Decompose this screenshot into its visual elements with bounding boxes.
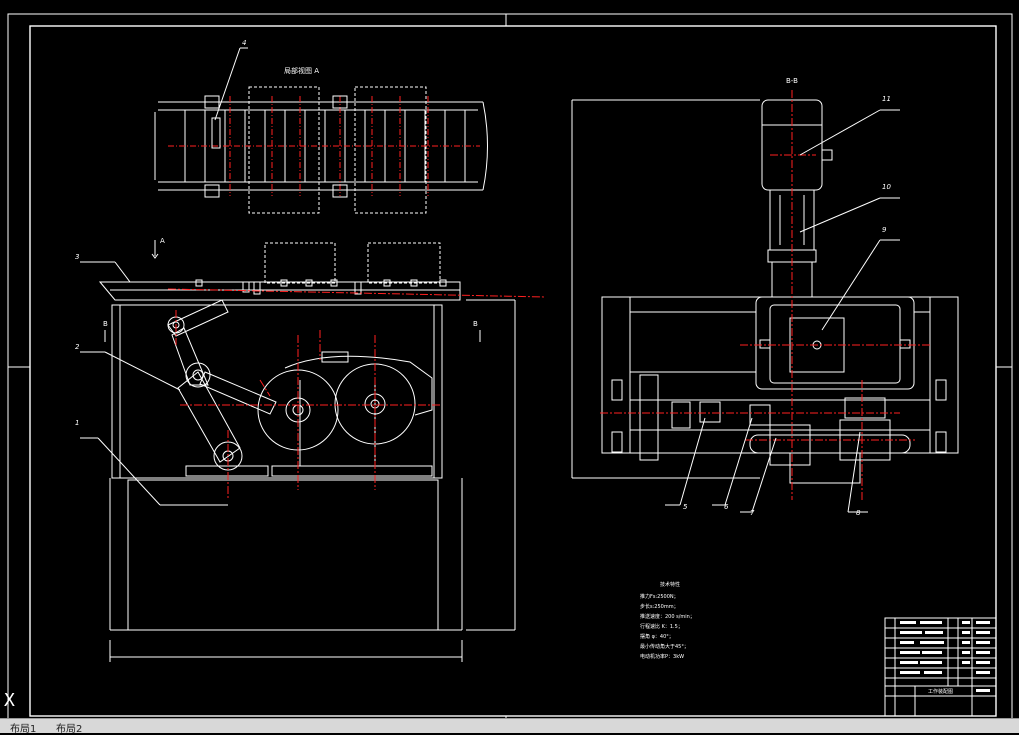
section-bb-view xyxy=(571,90,959,513)
tab-layout1[interactable]: 布局1 xyxy=(10,720,36,735)
section-label: B-B xyxy=(786,77,798,85)
title-block xyxy=(884,617,997,717)
callout-1: 1 xyxy=(75,419,80,427)
layout-tab-bar: 布局1 布局2 xyxy=(0,718,1019,735)
tab-layout2[interactable]: 布局2 xyxy=(56,720,82,735)
callout-8: 8 xyxy=(856,509,861,517)
callout-4: 4 xyxy=(242,39,247,47)
tech-note-5: 摆角 φ：40°； xyxy=(640,634,674,640)
section-mark-right: B xyxy=(473,320,478,328)
callout-2: 2 xyxy=(75,343,80,351)
callout-3: 3 xyxy=(75,253,80,261)
main-elevation xyxy=(80,240,546,662)
tech-title: 技术特性 xyxy=(660,582,681,588)
view-arrow-a-label: A xyxy=(160,237,165,245)
partial-view-label: 局部视图 A xyxy=(284,67,320,75)
callout-7: 7 xyxy=(750,509,755,517)
cad-drawing-canvas[interactable] xyxy=(0,0,1019,732)
callout-10: 10 xyxy=(882,183,891,191)
ucs-icon: X xyxy=(4,690,15,711)
callout-5: 5 xyxy=(683,503,688,511)
callout-6: 6 xyxy=(724,503,729,511)
tech-note-4: 行程速比 K：1.5； xyxy=(640,624,683,630)
tech-note-3: 推送速度：200 s/min； xyxy=(640,614,695,620)
callout-9: 9 xyxy=(882,226,887,234)
callout-11: 11 xyxy=(882,95,891,103)
tech-note-6: 最小传动角大于45°； xyxy=(640,644,689,650)
tech-note-2: 步长s:250mm； xyxy=(640,604,679,610)
tech-note-1: 推力Fs:2500N； xyxy=(640,594,679,600)
partial-view-a xyxy=(154,47,488,214)
tech-note-7: 电动机功率P：3kW xyxy=(640,654,685,660)
section-mark-left: B xyxy=(103,320,108,328)
title-block-name: 工作装配图 xyxy=(928,689,954,695)
